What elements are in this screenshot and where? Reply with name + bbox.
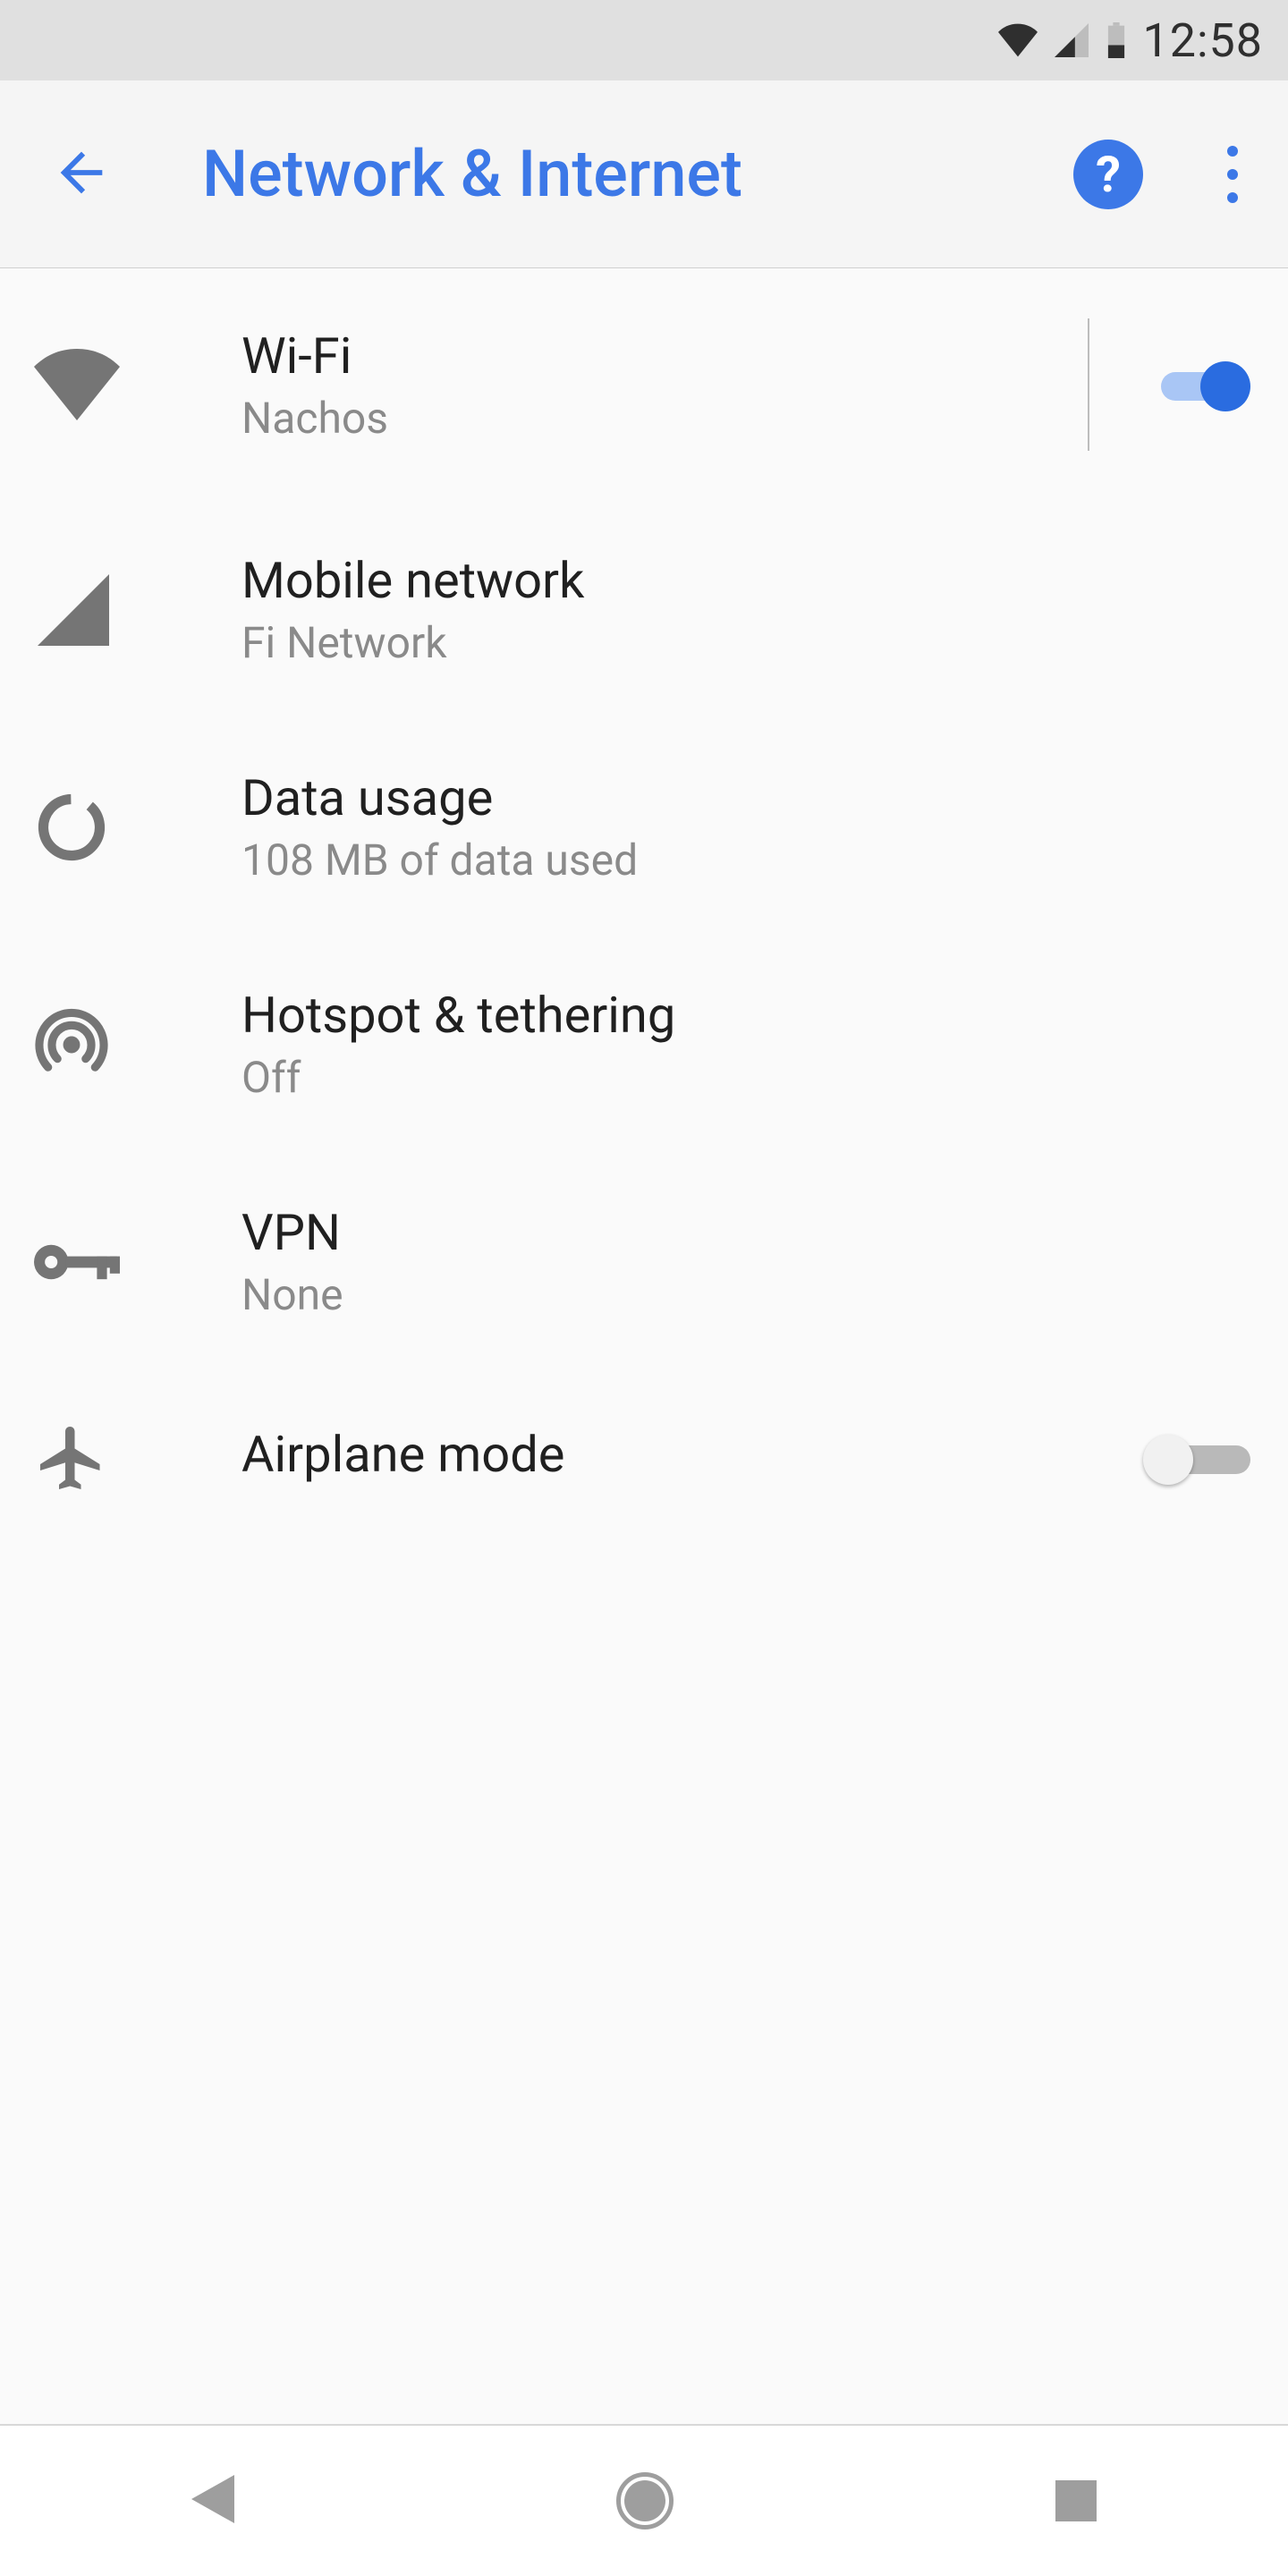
back-arrow-icon[interactable] <box>50 141 113 208</box>
row-airplane-mode[interactable]: Airplane mode <box>0 1370 1288 1546</box>
row-vpn-subtitle: None <box>242 1269 1250 1320</box>
row-airplane-title: Airplane mode <box>242 1425 1143 1484</box>
data-usage-icon <box>27 790 242 865</box>
page-title: Network & Internet <box>202 136 1073 212</box>
settings-list: Wi-Fi Nachos Mobile network Fi Network D… <box>0 268 1288 1546</box>
status-time: 12:58 <box>1143 13 1264 68</box>
row-data-usage[interactable]: Data usage 108 MB of data used <box>0 718 1288 936</box>
row-hotspot-title: Hotspot & tethering <box>242 986 1250 1045</box>
airplane-toggle[interactable] <box>1143 1431 1250 1485</box>
row-mobile-subtitle: Fi Network <box>242 617 1250 668</box>
app-bar: Network & Internet ? <box>0 80 1288 268</box>
nav-home-icon[interactable] <box>616 2472 674 2529</box>
nav-recent-icon[interactable] <box>1055 2480 1097 2521</box>
battery-status-icon <box>1106 22 1127 58</box>
navigation-bar <box>0 2424 1288 2576</box>
help-icon[interactable]: ? <box>1073 140 1143 209</box>
row-data-title: Data usage <box>242 768 1250 827</box>
wifi-toggle[interactable] <box>1143 358 1250 411</box>
row-vpn[interactable]: VPN None <box>0 1153 1288 1370</box>
row-wifi-subtitle: Nachos <box>242 393 1088 444</box>
wifi-toggle-divider <box>1088 318 1089 451</box>
row-hotspot[interactable]: Hotspot & tethering Off <box>0 936 1288 1153</box>
vpn-key-icon <box>27 1235 242 1289</box>
status-bar: 12:58 <box>0 0 1288 80</box>
row-hotspot-subtitle: Off <box>242 1052 1250 1103</box>
nav-back-icon[interactable] <box>191 2475 234 2527</box>
airplane-icon <box>27 1420 242 1496</box>
row-wifi-title: Wi-Fi <box>242 326 1088 386</box>
row-mobile-title: Mobile network <box>242 551 1250 610</box>
wifi-icon <box>27 349 242 420</box>
hotspot-icon <box>27 1007 242 1082</box>
wifi-status-icon <box>998 23 1038 57</box>
row-data-subtitle: 108 MB of data used <box>242 835 1250 886</box>
row-wifi[interactable]: Wi-Fi Nachos <box>0 268 1288 501</box>
cellular-status-icon <box>1054 23 1089 57</box>
row-mobile-network[interactable]: Mobile network Fi Network <box>0 501 1288 718</box>
row-vpn-title: VPN <box>242 1203 1250 1262</box>
overflow-menu-icon[interactable] <box>1206 137 1259 212</box>
cellular-icon <box>27 574 242 646</box>
